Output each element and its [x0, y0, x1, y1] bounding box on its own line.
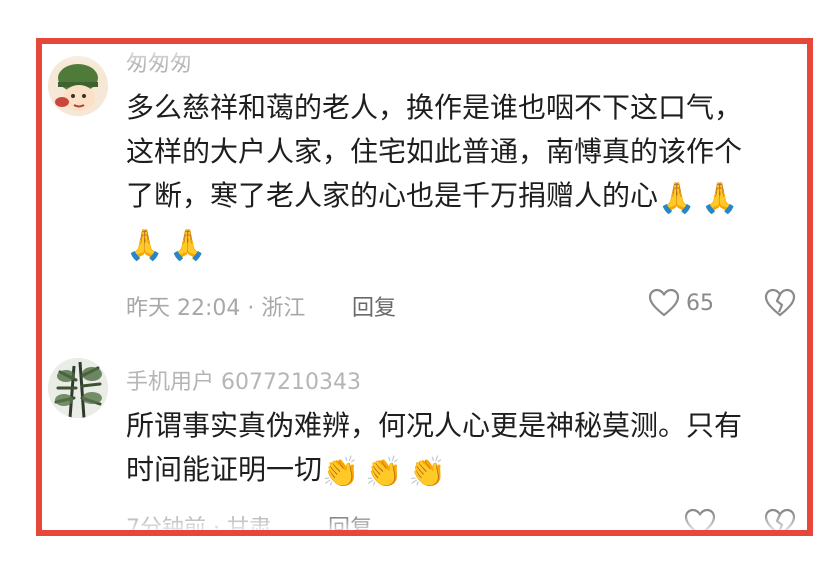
comment-meta: 7分钟前 · 甘肃	[126, 516, 271, 536]
comment-text-line: 了断，寒了老人家的心也是千万捐赠人的心🙏 🙏	[126, 174, 786, 221]
folded-hands-emoji-icon: 🙏	[701, 181, 739, 216]
reply-button[interactable]: 回复	[328, 510, 372, 530]
clapping-hands-emoji-icon: 👏	[408, 455, 447, 490]
avatar[interactable]	[48, 56, 108, 116]
folded-hands-emoji-icon: 🙏	[169, 228, 207, 263]
comment-text-line: 🙏 🙏	[126, 221, 786, 268]
bamboo-photo-avatar-icon	[48, 358, 108, 418]
comment-text: 多么慈祥和蔼的老人，换作是谁也咽不下这口气， 这样的大户人家，住宅如此普通，南愽…	[126, 86, 786, 268]
dislike-button[interactable]	[764, 508, 796, 530]
cartoon-soldier-avatar-icon	[48, 56, 108, 116]
username[interactable]: 匆匆匆	[126, 46, 192, 78]
username[interactable]: 手机用户 6077210343	[126, 364, 361, 396]
like-button[interactable]	[684, 508, 722, 530]
comment-screenshot-frame: 匆匆匆 多么慈祥和蔼的老人，换作是谁也咽不下这口气， 这样的大户人家，住宅如此普…	[36, 38, 813, 536]
like-button[interactable]: 65	[648, 288, 714, 318]
comment-text-line: 所谓事实真伪难辨，何况人心更是神秘莫测。只有	[126, 409, 743, 442]
comment-text-line: 多么慈祥和蔼的老人，换作是谁也咽不下这口气，	[126, 91, 743, 124]
comment-text-line: 这样的大户人家，住宅如此普通，南愽真的该作个	[126, 135, 743, 168]
comment-item-1: 匆匆匆 多么慈祥和蔼的老人，换作是谁也咽不下这口气， 这样的大户人家，住宅如此普…	[42, 44, 807, 334]
clapping-hands-emoji-icon: 👏	[322, 455, 360, 490]
comment-text-segment: 了断，寒了老人家的心也是千万捐赠人的心	[126, 179, 659, 212]
dislike-button[interactable]	[764, 288, 796, 322]
avatar[interactable]	[48, 358, 108, 418]
comment-meta: 昨天 22:04 · 浙江	[126, 296, 306, 321]
comment-text-segment: 时间能证明一切	[126, 453, 323, 486]
like-count: 65	[686, 290, 714, 316]
clapping-hands-emoji-icon: 👏	[365, 455, 403, 490]
folded-hands-emoji-icon: 🙏	[658, 181, 696, 216]
heart-icon	[684, 508, 716, 530]
broken-heart-icon	[764, 508, 796, 530]
comment-text-line: 时间能证明一切👏 👏 👏	[126, 448, 786, 495]
comment-text: 所谓事实真伪难辨，何况人心更是神秘莫测。只有 时间能证明一切👏 👏 👏	[126, 404, 786, 495]
reply-button[interactable]: 回复	[352, 290, 396, 322]
heart-icon	[648, 288, 680, 317]
folded-hands-emoji-icon: 🙏	[126, 228, 164, 263]
broken-heart-icon	[764, 288, 796, 317]
comment-item-2: 手机用户 6077210343 所谓事实真伪难辨，何况人心更是神秘莫测。只有 时…	[42, 344, 807, 530]
